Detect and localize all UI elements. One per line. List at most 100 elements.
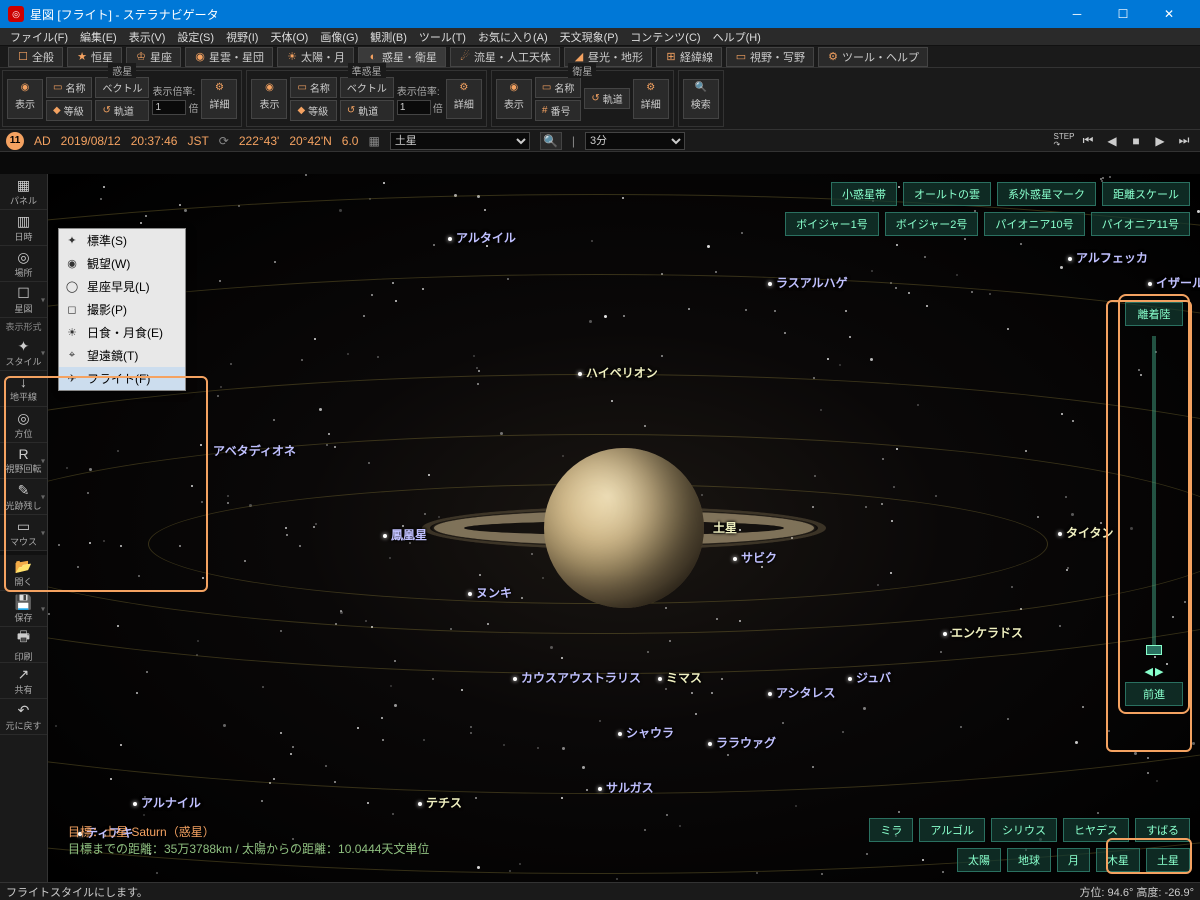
menu-9[interactable]: お気に入り(A)	[472, 29, 554, 45]
sidebar-item-元に戻す[interactable]: ↶元に戻す	[0, 699, 47, 735]
interval-select[interactable]: 3分	[585, 132, 685, 150]
star-label-タイタン[interactable]: タイタン	[1058, 524, 1114, 541]
sidebar-item-パネル[interactable]: ▦パネル	[0, 174, 47, 210]
overlay-top1-0[interactable]: 小惑星帯	[831, 182, 897, 206]
dwarf-ratio-input[interactable]	[397, 100, 431, 115]
planet-show-button[interactable]: ◉表示	[7, 79, 43, 119]
time-badge[interactable]: 11	[6, 132, 24, 150]
star-label-エンケラドス[interactable]: エンケラドス	[943, 624, 1023, 641]
menu-6[interactable]: 画像(G)	[314, 29, 364, 45]
popup-item-4[interactable]: ☀日食・月食(E)	[59, 321, 185, 344]
planet-mag-button[interactable]: ◆等級	[46, 100, 92, 121]
overlay-bot1-3[interactable]: ヒヤデス	[1063, 818, 1129, 842]
sidebar-item-光跡残し[interactable]: ✎光跡残し▾	[0, 479, 47, 515]
star-label-ヌンキ[interactable]: ヌンキ	[468, 584, 512, 601]
overlay-bot2-1[interactable]: 地球	[1007, 848, 1051, 872]
landing-button[interactable]: 離着陸	[1125, 302, 1183, 326]
popup-item-5[interactable]: ⌖望遠鏡(T)	[59, 344, 185, 367]
sidebar-item-マウス[interactable]: ▭マウス▾	[0, 515, 47, 551]
overlay-bot2-2[interactable]: 月	[1057, 848, 1090, 872]
sidebar-item-印刷[interactable]: 🖶印刷	[0, 627, 47, 663]
star-label-鳳凰星[interactable]: 鳳凰星	[383, 526, 427, 543]
flight-left-icon[interactable]: ◀	[1145, 665, 1153, 678]
sidebar-item-保存[interactable]: 💾保存▾	[0, 591, 47, 627]
star-label-サビク[interactable]: サビク	[733, 549, 777, 566]
star-label-土星[interactable]: 土星	[713, 519, 737, 536]
dwarf-detail-button[interactable]: ⚙詳細	[446, 79, 482, 119]
star-label-サルガス[interactable]: サルガス	[598, 779, 654, 796]
star-label-カウスアウストラリス[interactable]: カウスアウストラリス	[513, 669, 641, 686]
play-button[interactable]: ▶	[1150, 132, 1170, 150]
popup-item-6[interactable]: ✈フライト(F)	[59, 367, 185, 390]
star-chart-view[interactable]: アルタイルハイペリオン ラスアルハゲ アルフェッカイザールアベタディオネ鳳凰星 土星サ…	[48, 174, 1200, 882]
tab-6[interactable]: ☄流星・人工天体	[450, 47, 560, 67]
overlay-top2-1[interactable]: ボイジャー2号	[885, 212, 979, 236]
planet-vector-button[interactable]: ベクトル	[95, 77, 149, 98]
moon-num-button[interactable]: #番号	[535, 100, 581, 121]
sidebar-item-場所[interactable]: ◎場所	[0, 246, 47, 282]
flight-right-icon[interactable]: ▶	[1155, 665, 1163, 678]
tab-0[interactable]: ☐全般	[8, 47, 63, 67]
dwarf-vector-button[interactable]: ベクトル	[340, 77, 394, 98]
sidebar-item-地平線[interactable]: ↓地平線	[0, 371, 47, 407]
dwarf-mag-button[interactable]: ◆等級	[290, 100, 336, 121]
overlay-bot1-2[interactable]: シリウス	[991, 818, 1057, 842]
first-button[interactable]: ⏮	[1078, 132, 1098, 150]
menu-2[interactable]: 表示(V)	[123, 29, 172, 45]
tab-10[interactable]: ⚙ツール・ヘルプ	[818, 47, 928, 67]
overlay-top2-0[interactable]: ボイジャー1号	[785, 212, 879, 236]
star-label-ハイペリオン[interactable]: ハイペリオン	[578, 364, 658, 381]
prev-button[interactable]: ◀	[1102, 132, 1122, 150]
sidebar-item-開く[interactable]: 📂開く	[0, 555, 47, 591]
tab-9[interactable]: ▭視野・写野	[726, 47, 814, 67]
star-label-ミマス[interactable]: ミマス	[658, 669, 702, 686]
sidebar-item-星図[interactable]: ☐星図▾	[0, 282, 47, 318]
planet-ratio-input[interactable]	[152, 100, 186, 115]
menu-8[interactable]: ツール(T)	[413, 29, 472, 45]
overlay-bot2-0[interactable]: 太陽	[957, 848, 1001, 872]
date-label[interactable]: 2019/08/12	[61, 134, 121, 148]
dwarf-show-button[interactable]: ◉表示	[251, 79, 287, 119]
step-button[interactable]: STEP↷	[1054, 132, 1074, 150]
last-button[interactable]: ⏭	[1174, 132, 1194, 150]
overlay-bot1-0[interactable]: ミラ	[869, 818, 913, 842]
overlay-bot2-3[interactable]: 木星	[1096, 848, 1140, 872]
planet-name-button[interactable]: ▭名称	[46, 77, 92, 98]
star-label-ラスアルハゲ[interactable]: ラスアルハゲ	[768, 274, 848, 291]
popup-item-2[interactable]: ◯星座早見(L)	[59, 275, 185, 298]
sidebar-item-視野回転[interactable]: R視野回転▾	[0, 443, 47, 479]
overlay-bot1-4[interactable]: すばる	[1135, 818, 1190, 842]
overlay-top1-3[interactable]: 距離スケール	[1102, 182, 1190, 206]
dwarf-name-button[interactable]: ▭名称	[290, 77, 336, 98]
star-label-アベタディオネ[interactable]: アベタディオネ	[213, 442, 296, 459]
star-label-ジュバ[interactable]: ジュバ	[848, 669, 891, 686]
saturn-planet[interactable]	[544, 448, 704, 608]
dwarf-orbit-button[interactable]: ↺軌道	[340, 100, 394, 121]
tab-3[interactable]: ◉星雲・星団	[185, 47, 273, 67]
star-label-アルナイル[interactable]: アルナイル	[133, 794, 201, 811]
popup-item-3[interactable]: ◻撮影(P)	[59, 298, 185, 321]
popup-item-1[interactable]: ◉観望(W)	[59, 252, 185, 275]
overlay-top2-3[interactable]: パイオニア11号	[1091, 212, 1190, 236]
close-button[interactable]: ✕	[1146, 0, 1192, 28]
sidebar-item-日時[interactable]: ▥日時	[0, 210, 47, 246]
overlay-bot1-1[interactable]: アルゴル	[919, 818, 985, 842]
search-button[interactable]: 🔍検索	[683, 79, 719, 119]
forward-button[interactable]: 前進	[1125, 682, 1183, 706]
menu-3[interactable]: 設定(S)	[171, 29, 220, 45]
star-label-テチス[interactable]: テチス	[418, 794, 462, 811]
flight-throttle-track[interactable]	[1152, 336, 1156, 655]
menu-7[interactable]: 観測(B)	[364, 29, 413, 45]
flight-throttle-handle[interactable]	[1146, 645, 1162, 655]
planet-detail-button[interactable]: ⚙詳細	[201, 79, 237, 119]
menu-12[interactable]: ヘルプ(H)	[707, 29, 767, 45]
star-label-イザール[interactable]: イザール	[1148, 274, 1200, 291]
star-label-アルタイル[interactable]: アルタイル	[448, 229, 516, 246]
time-label[interactable]: 20:37:46	[131, 134, 178, 148]
moon-name-button[interactable]: ▭名称	[535, 77, 581, 98]
star-label-アルフェッカ[interactable]: アルフェッカ	[1068, 249, 1148, 266]
tab-4[interactable]: ☀太陽・月	[277, 47, 354, 67]
planet-orbit-button[interactable]: ↺軌道	[95, 100, 149, 121]
moon-detail-button[interactable]: ⚙詳細	[633, 79, 669, 119]
target-search-button[interactable]: 🔍	[540, 132, 562, 150]
